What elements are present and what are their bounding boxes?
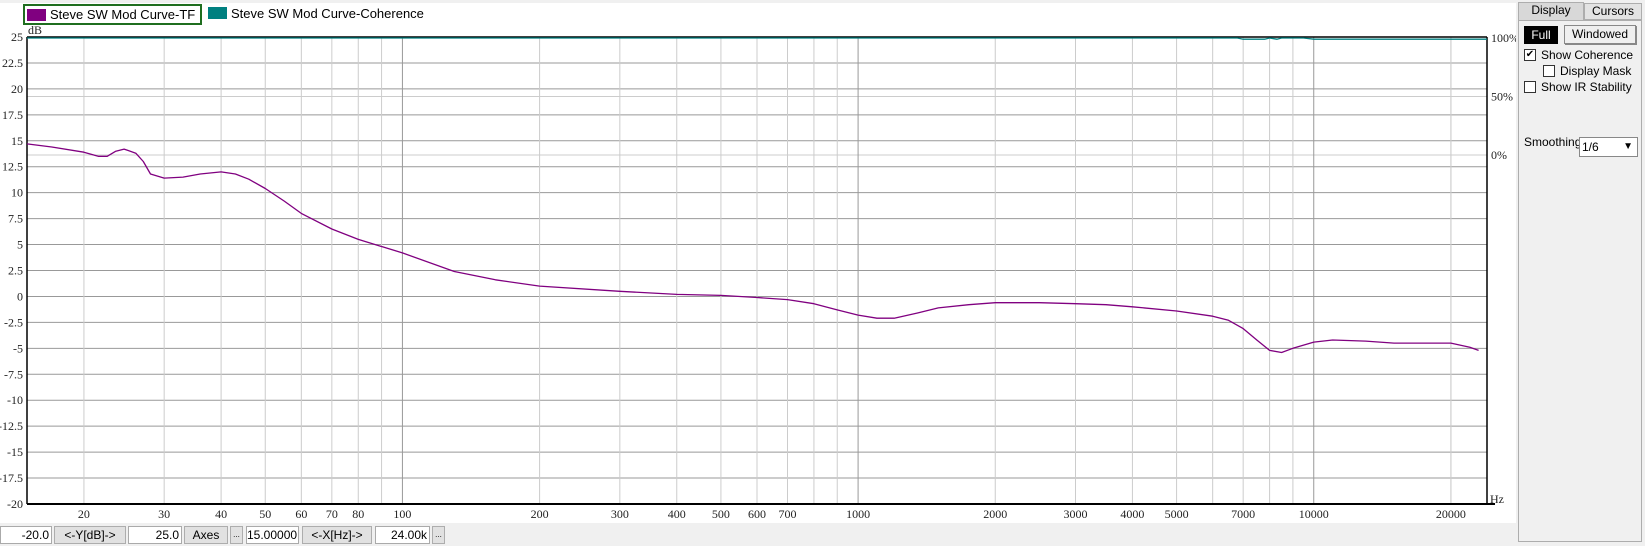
show-ir-stability-checkbox[interactable]: Show IR Stability bbox=[1524, 80, 1632, 94]
legend-item-coherence[interactable]: Steve SW Mod Curve-Coherence bbox=[208, 4, 424, 22]
y-tick-label: -15 bbox=[7, 445, 23, 459]
x-tick-label: 40 bbox=[215, 507, 227, 521]
frequency-response-plot[interactable]: 25 22.5 20 17.5 15 12.5 10 7.5 5 2.5 0 -2.5 -5 -7.5 -1… bbox=[0, 0, 1516, 526]
legend-swatch-coherence bbox=[208, 7, 227, 19]
display-panel: Full Windowed ✔ Show Coherence Display M… bbox=[1518, 20, 1642, 542]
legend-label-coherence: Steve SW Mod Curve-Coherence bbox=[231, 5, 424, 21]
x-tick-label: 1000 bbox=[846, 507, 870, 521]
y-tick-label: 22.5 bbox=[2, 56, 23, 70]
y-tick-label: 5 bbox=[17, 238, 23, 252]
y-tick-label: 15 bbox=[11, 134, 23, 148]
y-tick-label: 7.5 bbox=[8, 212, 23, 226]
tf-series-line bbox=[26, 143, 1479, 354]
legend-item-tf[interactable]: Steve SW Mod Curve-TF bbox=[23, 4, 203, 25]
y-tick-label: 10 bbox=[11, 186, 23, 200]
checkbox-checked-icon: ✔ bbox=[1524, 49, 1536, 61]
x-tick-label: 5000 bbox=[1165, 507, 1189, 521]
y-max-input[interactable]: 25.0 bbox=[128, 526, 182, 544]
x-tick-label: 4000 bbox=[1120, 507, 1144, 521]
x-tick-label: 3000 bbox=[1063, 507, 1087, 521]
tab-cursors[interactable]: Cursors bbox=[1584, 3, 1642, 20]
smoothing-label: Smoothing: bbox=[1524, 135, 1585, 149]
y-axis-button[interactable]: <-Y[dB]-> bbox=[54, 526, 126, 544]
y-tick-label: -7.5 bbox=[4, 367, 23, 381]
checkbox-icon bbox=[1543, 65, 1555, 77]
right-axis-tick-label: 0% bbox=[1491, 148, 1507, 162]
y-tick-label: 2.5 bbox=[8, 264, 23, 278]
show-coherence-checkbox[interactable]: ✔ Show Coherence bbox=[1524, 48, 1633, 62]
x-tick-label: 2000 bbox=[983, 507, 1007, 521]
right-axis-tick-label: 50% bbox=[1491, 90, 1513, 104]
x-tick-label: 20 bbox=[78, 507, 90, 521]
y-tick-label: 0 bbox=[17, 289, 23, 303]
y-tick-label: -5 bbox=[13, 341, 23, 355]
x-tick-label: 80 bbox=[352, 507, 364, 521]
chevron-down-icon: ▼ bbox=[1623, 141, 1633, 152]
x-tick-label: 50 bbox=[259, 507, 271, 521]
full-button[interactable]: Full bbox=[1524, 26, 1558, 44]
y-tick-label: -2.5 bbox=[4, 315, 23, 329]
display-mask-checkbox[interactable]: Display Mask bbox=[1543, 64, 1631, 78]
y-tick-label: 20 bbox=[11, 82, 23, 96]
x-tick-label: 20000 bbox=[1436, 507, 1466, 521]
x-axis-label: Hz bbox=[1490, 492, 1504, 506]
y-tick-label: 25 bbox=[11, 30, 23, 44]
y-tick-label: -20 bbox=[7, 497, 23, 511]
x-tick-label: 200 bbox=[531, 507, 549, 521]
x-tick-label: 30 bbox=[158, 507, 170, 521]
show-ir-stability-label: Show IR Stability bbox=[1541, 80, 1632, 94]
y-more-button[interactable]: ... bbox=[230, 526, 243, 544]
legend-label-tf: Steve SW Mod Curve-TF bbox=[50, 7, 196, 22]
x-more-button[interactable]: ... bbox=[432, 526, 445, 544]
y-tick-label: -12.5 bbox=[0, 419, 23, 433]
y-axis-label: dB bbox=[28, 23, 42, 37]
x-tick-label: 60 bbox=[295, 507, 307, 521]
y-tick-label: 12.5 bbox=[2, 160, 23, 174]
x-tick-label: 100 bbox=[393, 507, 411, 521]
checkbox-icon bbox=[1524, 81, 1536, 93]
x-tick-label: 70 bbox=[326, 507, 338, 521]
axes-button[interactable]: Axes bbox=[184, 526, 228, 544]
smoothing-select[interactable]: 1/6 ▼ bbox=[1579, 137, 1638, 157]
x-axis-button[interactable]: <-X[Hz]-> bbox=[302, 526, 372, 544]
y-tick-label: 17.5 bbox=[2, 108, 23, 122]
show-coherence-label: Show Coherence bbox=[1541, 48, 1634, 62]
right-axis-tick-label: 100% bbox=[1491, 31, 1516, 45]
x-tick-label: 500 bbox=[712, 507, 730, 521]
y-min-input[interactable]: -20.0 bbox=[0, 526, 52, 544]
display-mask-label: Display Mask bbox=[1560, 64, 1632, 78]
y-tick-label: -10 bbox=[7, 393, 23, 407]
x-tick-label: 700 bbox=[779, 507, 797, 521]
x-tick-label: 7000 bbox=[1231, 507, 1255, 521]
x-min-input[interactable]: 15.00000 bbox=[246, 526, 299, 544]
y-tick-label: -17.5 bbox=[0, 471, 23, 485]
x-max-input[interactable]: 24.00k bbox=[375, 526, 430, 544]
x-tick-label: 600 bbox=[748, 507, 766, 521]
windowed-button[interactable]: Windowed bbox=[1564, 25, 1636, 44]
tab-display[interactable]: Display bbox=[1518, 2, 1584, 21]
x-tick-label: 400 bbox=[668, 507, 686, 521]
smoothing-value: 1/6 bbox=[1582, 140, 1599, 154]
legend-swatch-tf bbox=[27, 8, 46, 21]
x-tick-label: 10000 bbox=[1299, 507, 1329, 521]
x-tick-label: 300 bbox=[611, 507, 629, 521]
